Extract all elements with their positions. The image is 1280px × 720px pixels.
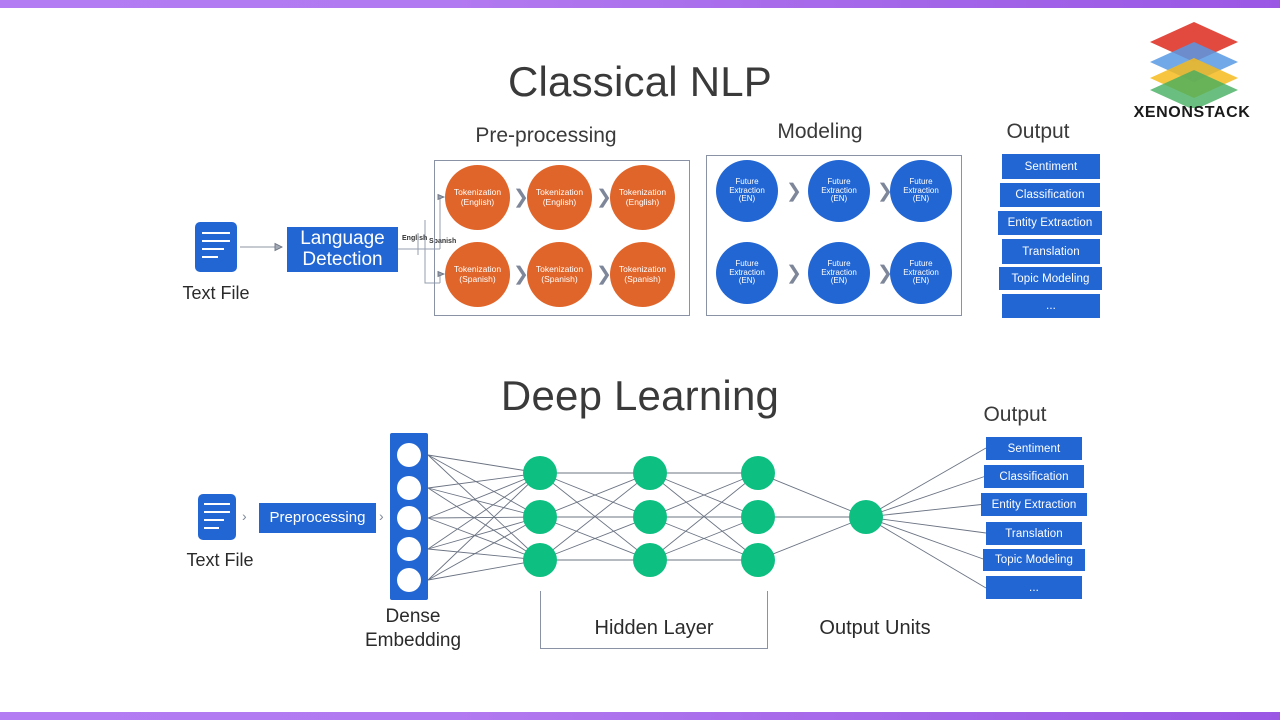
step-label-line3: (EN)	[738, 194, 756, 204]
classical-output-item-3[interactable]: Entity Extraction	[998, 211, 1102, 235]
hidden-node-l3-2[interactable]	[741, 500, 775, 534]
preprocessing-step-en-1[interactable]: Tokenization (English)	[445, 165, 510, 230]
chevron-icon: ›	[379, 508, 384, 524]
stacked-layers-icon	[1150, 22, 1238, 108]
preprocessing-step-en-2[interactable]: Tokenization (English)	[527, 165, 592, 230]
language-detection-box[interactable]: Language Detection	[287, 227, 398, 272]
brand-name: XENONSTACK	[1133, 104, 1251, 121]
step-label-line2: (English)	[460, 196, 495, 207]
hidden-node-l1-3[interactable]	[523, 543, 557, 577]
hidden-node-l3-3[interactable]	[741, 543, 775, 577]
modeling-step-row2-1[interactable]: Future Extraction (EN)	[716, 242, 778, 304]
chevron-icon: ❯	[786, 263, 802, 284]
dense-embedding-unit-2	[397, 476, 421, 500]
top-accent-bar	[0, 0, 1280, 8]
step-label-line3: (EN)	[830, 276, 848, 286]
modeling-title: Modeling	[777, 120, 863, 143]
preprocessing-step-es-2[interactable]: Tokenization (Spanish)	[527, 242, 592, 307]
preprocessing-step-es-3[interactable]: Tokenization (Spanish)	[610, 242, 675, 307]
hidden-node-l3-1[interactable]	[741, 456, 775, 490]
step-label-line2: (Spanish)	[541, 273, 578, 284]
dl-output-item-1[interactable]: Sentiment	[986, 437, 1082, 460]
hidden-node-l1-1[interactable]	[523, 456, 557, 490]
dl-output-item-4[interactable]: Translation	[986, 522, 1082, 545]
bottom-accent-bar	[0, 712, 1280, 720]
hidden-layer-label: Hidden Layer	[594, 617, 714, 639]
modeling-step-row1-2[interactable]: Future Extraction (EN)	[808, 160, 870, 222]
step-label-line3: (EN)	[738, 276, 756, 286]
language-detection-line2: Detection	[302, 248, 383, 270]
deep-learning-title: Deep Learning	[500, 372, 780, 419]
step-label-line2: (English)	[542, 196, 577, 207]
dl-preprocessing-button[interactable]: Preprocessing	[259, 503, 376, 533]
dl-output-item-3[interactable]: Entity Extraction	[981, 493, 1087, 516]
classical-text-file-label: Text File	[182, 283, 250, 303]
language-detection-line1: Language	[300, 227, 385, 249]
classical-output-item-5[interactable]: Topic Modeling	[999, 267, 1102, 290]
modeling-step-row1-3[interactable]: Future Extraction (EN)	[890, 160, 952, 222]
modeling-step-row1-1[interactable]: Future Extraction (EN)	[716, 160, 778, 222]
classical-output-item-6[interactable]: ...	[1002, 294, 1100, 318]
hidden-node-l2-3[interactable]	[633, 543, 667, 577]
classical-output-item-1[interactable]: Sentiment	[1002, 154, 1100, 179]
preprocessing-title: Pre-processing	[475, 124, 617, 147]
hidden-node-l2-1[interactable]	[633, 456, 667, 490]
output-units-label: Output Units	[819, 617, 931, 639]
dense-embedding-unit-3	[397, 506, 421, 530]
chevron-icon: ❯	[786, 181, 802, 202]
modeling-step-row2-3[interactable]: Future Extraction (EN)	[890, 242, 952, 304]
step-label-line3: (EN)	[912, 276, 930, 286]
output-unit-node[interactable]	[849, 500, 883, 534]
branch-label-english: English	[402, 235, 428, 242]
dense-embedding-unit-4	[397, 537, 421, 561]
step-label-line3: (EN)	[830, 194, 848, 204]
hidden-node-l1-2[interactable]	[523, 500, 557, 534]
dl-output-item-6[interactable]: ...	[986, 576, 1082, 599]
dense-embedding-label-line2: Embedding	[364, 630, 462, 651]
dl-output-item-2[interactable]: Classification	[984, 465, 1084, 488]
dense-embedding-unit-5	[397, 568, 421, 592]
dl-text-file-label: Text File	[186, 550, 254, 570]
step-label-line3: (EN)	[912, 194, 930, 204]
classical-nlp-title: Classical NLP	[507, 58, 772, 105]
preprocessing-step-es-1[interactable]: Tokenization (Spanish)	[445, 242, 510, 307]
classical-output-title: Output	[1006, 120, 1070, 143]
slide-canvas: XENONSTACK Classical NLP Text File Langu…	[0, 0, 1280, 720]
hidden-node-l2-2[interactable]	[633, 500, 667, 534]
step-label-line2: (English)	[625, 196, 660, 207]
dl-text-file-icon	[198, 494, 236, 540]
chevron-icon: ›	[242, 508, 247, 524]
dl-output-title: Output	[983, 403, 1047, 426]
dense-embedding-unit-1	[397, 443, 421, 467]
classical-text-file-icon	[195, 222, 237, 272]
brand-logo: XENONSTACK	[1128, 18, 1256, 128]
step-label-line2: (Spanish)	[624, 273, 661, 284]
step-label-line2: (Spanish)	[459, 273, 496, 284]
modeling-step-row2-2[interactable]: Future Extraction (EN)	[808, 242, 870, 304]
dense-embedding-label-line1: Dense	[385, 606, 441, 627]
preprocessing-step-en-3[interactable]: Tokenization (English)	[610, 165, 675, 230]
dl-output-item-5[interactable]: Topic Modeling	[983, 549, 1085, 571]
classical-output-item-4[interactable]: Translation	[1002, 239, 1100, 264]
classical-output-item-2[interactable]: Classification	[1000, 183, 1100, 207]
